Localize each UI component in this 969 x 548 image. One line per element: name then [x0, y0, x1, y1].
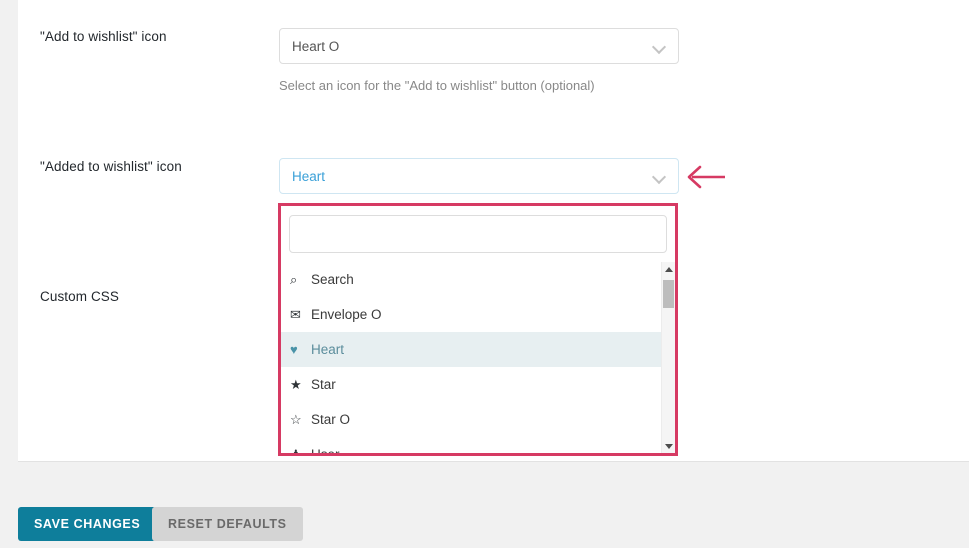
icon-picker-dropdown-body: ⌕Search✉Envelope O♥Heart★Star☆Star O♟Use… — [281, 206, 675, 453]
icon-option-envelope-o[interactable]: ✉Envelope O — [281, 297, 661, 332]
icon-option-user[interactable]: ♟User — [281, 437, 661, 453]
icon-picker-dropdown: ⌕Search✉Envelope O♥Heart★Star☆Star O♟Use… — [278, 203, 678, 456]
heart-icon: ♥ — [290, 343, 309, 356]
select-add-to-wishlist-icon[interactable]: Heart O — [279, 28, 679, 64]
star-o-icon: ☆ — [290, 413, 309, 426]
form-footer: SAVE CHANGES RESET DEFAULTS — [18, 462, 969, 548]
icon-option-label: Star — [311, 377, 336, 392]
icon-picker-option-list: ⌕Search✉Envelope O♥Heart★Star☆Star O♟Use… — [281, 262, 661, 453]
settings-page: "Add to wishlist" icon Heart O Select an… — [0, 0, 969, 548]
annotation-arrow-icon — [684, 162, 726, 192]
star-icon: ★ — [290, 378, 309, 391]
select-added-value: Heart — [292, 169, 653, 184]
icon-option-star[interactable]: ★Star — [281, 367, 661, 402]
envelope-o-icon: ✉ — [290, 308, 309, 321]
scroll-down-arrow-icon[interactable] — [662, 439, 675, 453]
icon-option-label: Heart — [311, 342, 344, 357]
icon-option-label: User — [311, 447, 340, 453]
field-help-add-to-wishlist-icon: Select an icon for the "Add to wishlist"… — [279, 77, 679, 95]
field-label-added-to-wishlist-icon: "Added to wishlist" icon — [40, 159, 182, 174]
icon-option-heart[interactable]: ♥Heart — [281, 332, 661, 367]
select-add-value: Heart O — [292, 39, 653, 54]
user-icon: ♟ — [290, 448, 309, 453]
icon-picker-search-input[interactable] — [289, 215, 667, 253]
icon-option-search[interactable]: ⌕Search — [281, 262, 661, 297]
chevron-down-icon — [653, 40, 666, 53]
left-gutter — [0, 0, 18, 462]
chevron-down-icon — [653, 170, 666, 183]
scroll-up-arrow-icon[interactable] — [662, 262, 675, 276]
icon-option-label: Search — [311, 272, 354, 287]
field-label-add-to-wishlist-icon: "Add to wishlist" icon — [40, 29, 167, 44]
scrollbar-thumb[interactable] — [663, 280, 674, 308]
field-label-custom-css: Custom CSS — [40, 289, 119, 304]
field-control-add-to-wishlist-icon: Heart O Select an icon for the "Add to w… — [279, 28, 679, 95]
icon-option-label: Envelope O — [311, 307, 382, 322]
icon-option-label: Star O — [311, 412, 350, 427]
search-icon: ⌕ — [290, 273, 309, 286]
icon-option-star-o[interactable]: ☆Star O — [281, 402, 661, 437]
field-control-added-to-wishlist-icon: Heart — [279, 158, 679, 194]
reset-defaults-button[interactable]: RESET DEFAULTS — [152, 507, 303, 541]
icon-picker-scrollbar[interactable] — [661, 262, 675, 453]
select-added-to-wishlist-icon[interactable]: Heart — [279, 158, 679, 194]
save-changes-button[interactable]: SAVE CHANGES — [18, 507, 156, 541]
